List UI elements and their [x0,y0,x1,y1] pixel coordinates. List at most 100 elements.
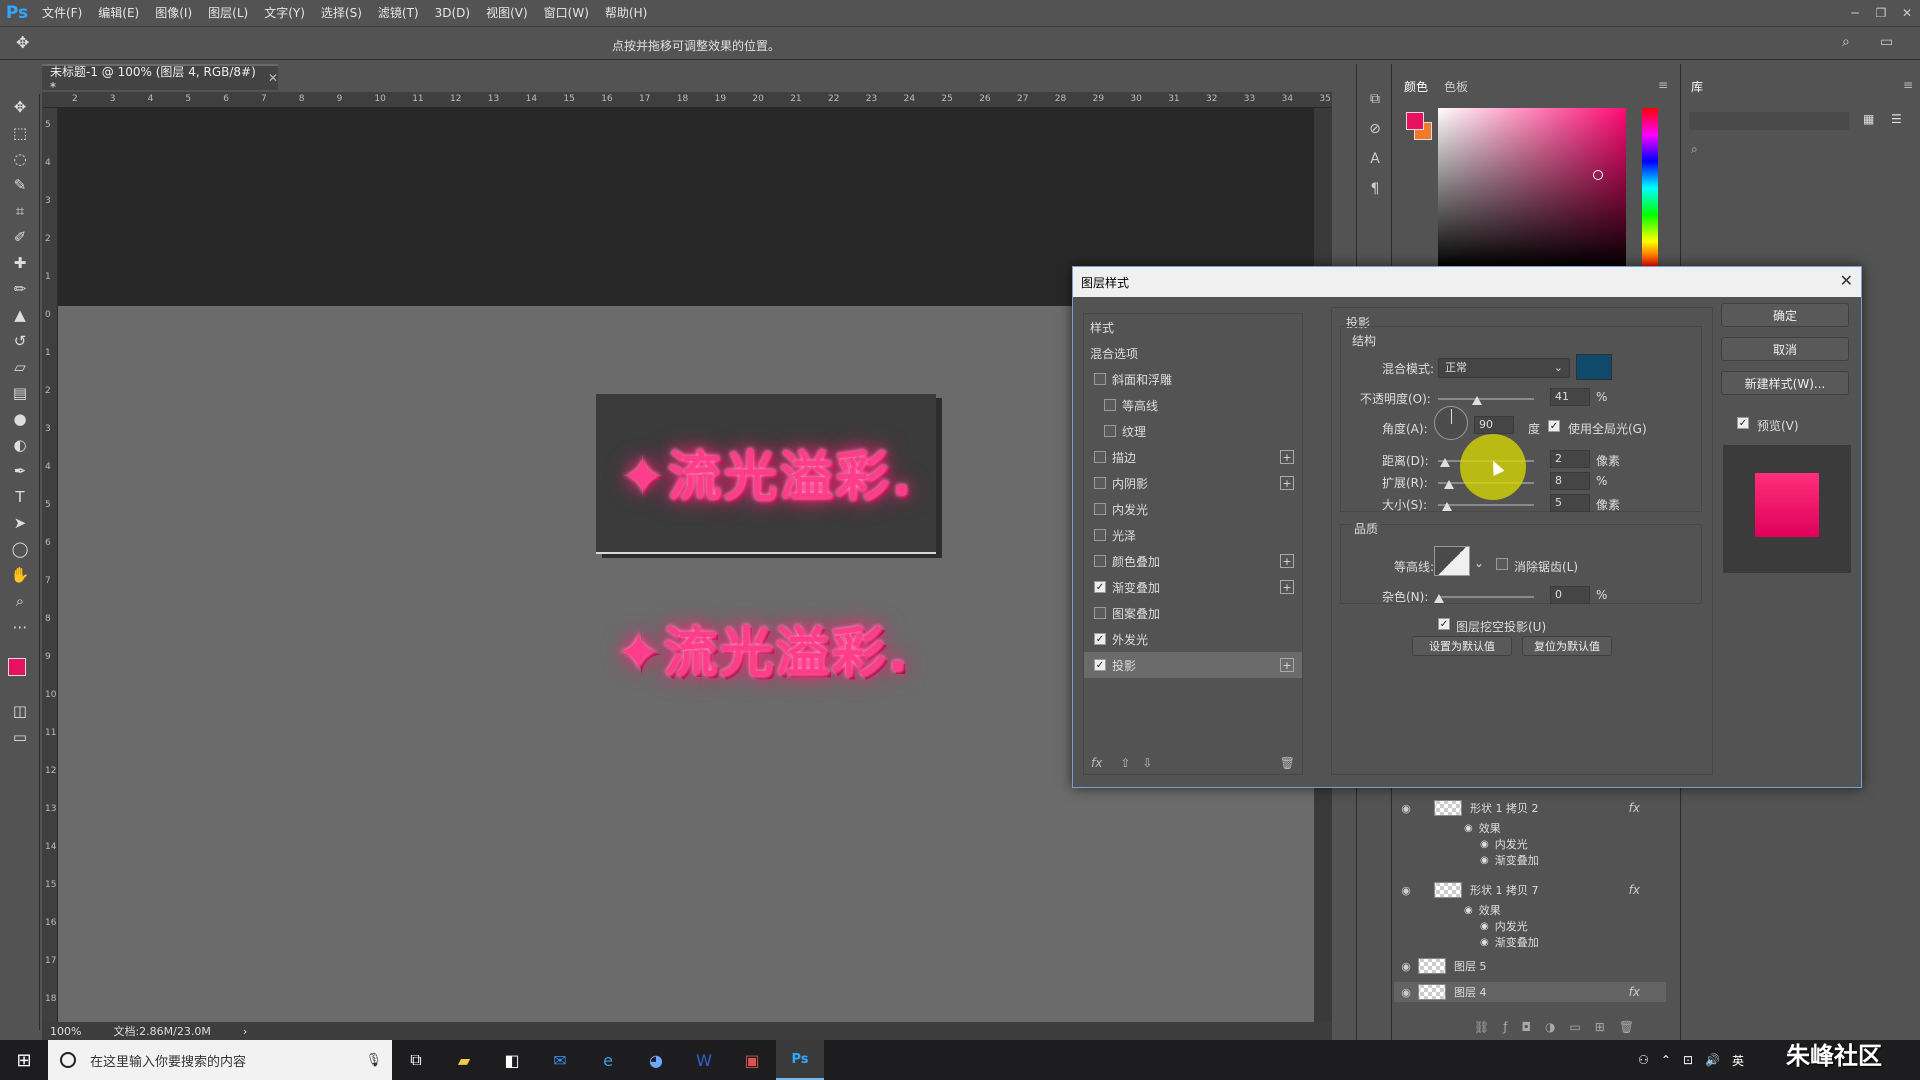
add-effect-instance-icon[interactable]: + [1280,658,1294,672]
distance-slider-handle[interactable] [1440,458,1450,467]
layer-name[interactable]: 图层 5 [1454,958,1487,974]
status-arrow-icon[interactable]: › [243,1025,247,1038]
style-item[interactable]: ✓ 投影 + [1084,652,1302,678]
panel-foreground-swatch[interactable] [1406,112,1424,130]
menu-help[interactable]: 帮助(H) [597,0,655,26]
add-style-icon[interactable]: ƒ [1503,1020,1507,1034]
move-down-icon[interactable]: ⇩ [1142,756,1152,770]
style-item[interactable]: 混合选项 [1084,340,1302,366]
ime-indicator[interactable]: 英 [1732,1052,1744,1069]
panel-menu-icon[interactable]: ≡ [1658,78,1668,92]
noise-input[interactable]: 0 [1550,586,1590,604]
style-checkbox[interactable]: ✓ [1094,581,1106,593]
more-tools-icon[interactable]: ⋯ [0,614,40,640]
style-checkbox[interactable] [1094,607,1106,619]
size-slider-handle[interactable] [1442,502,1452,511]
pen-icon[interactable]: ✒ [0,458,40,484]
delete-layer-icon[interactable]: 🗑 [1619,1020,1634,1034]
photoshop-taskbar-icon[interactable]: Ps [776,1040,824,1080]
move-up-icon[interactable]: ⇧ [1120,756,1130,770]
shadow-color-swatch[interactable] [1576,354,1612,380]
spread-slider-handle[interactable] [1444,480,1454,489]
fx-icon[interactable]: fx [1629,801,1640,815]
style-checkbox[interactable]: ✓ [1094,633,1106,645]
zoom-level[interactable]: 100% [50,1025,81,1038]
healing-icon[interactable]: ✚ [0,250,40,276]
brush-icon[interactable]: ✏ [0,276,40,302]
task-view-icon[interactable]: ⧉ [392,1040,440,1080]
file-explorer-icon[interactable]: ▰ [440,1040,488,1080]
marquee-icon[interactable]: ⬚ [0,120,40,146]
menu-type[interactable]: 文字(Y) [256,0,313,26]
tab-color[interactable]: 颜色 [1404,78,1428,95]
path-select-icon[interactable]: ➤ [0,510,40,536]
layer-name[interactable]: 形状 1 拷贝 2 [1470,800,1539,816]
eye-icon[interactable]: ◉ [1480,921,1489,932]
angle-dial[interactable] [1434,406,1468,440]
hand-icon[interactable]: ✋ [0,562,40,588]
layer-row[interactable]: ◉ 形状 1 拷贝 7 fx [1394,880,1666,900]
style-item[interactable]: ✓ 渐变叠加 + [1084,574,1302,600]
gradient-icon[interactable]: ▤ [0,380,40,406]
visibility-eye-icon[interactable]: ◉ [1394,802,1418,815]
link-layers-icon[interactable]: ⛓ [1474,1020,1489,1034]
spread-input[interactable]: 8 [1550,472,1590,490]
minimize-icon[interactable]: ─ [1842,0,1868,26]
add-mask-icon[interactable]: ◘ [1521,1020,1531,1034]
add-effect-instance-icon[interactable]: + [1280,450,1294,464]
library-menu-icon[interactable]: ≡ [1903,78,1913,92]
style-item[interactable]: 内阴影 + [1084,470,1302,496]
delete-effect-icon[interactable]: 🗑 [1280,756,1295,770]
color-picker-marker[interactable] [1593,170,1603,180]
style-item[interactable]: 斜面和浮雕 [1084,366,1302,392]
volume-icon[interactable]: 🔊 [1705,1053,1720,1067]
knockout-checkbox[interactable]: ✓ [1438,618,1450,630]
style-checkbox[interactable] [1094,373,1106,385]
move-tool-icon[interactable]: ✥ [16,33,29,52]
style-item[interactable]: ✓ 外发光 [1084,626,1302,652]
style-item[interactable]: 图案叠加 [1084,600,1302,626]
eye-icon[interactable]: ◉ [1464,905,1473,916]
menu-edit[interactable]: 编辑(E) [90,0,147,26]
visibility-eye-icon[interactable]: ◉ [1394,986,1418,999]
crop-icon[interactable]: ⌗ [0,198,40,224]
eye-icon[interactable]: ◉ [1464,823,1473,834]
new-group-icon[interactable]: ▭ [1569,1020,1580,1034]
eyedropper-icon[interactable]: ✐ [0,224,40,250]
style-checkbox[interactable] [1094,529,1106,541]
paragraph-panel-icon[interactable]: ¶ [1357,174,1393,204]
lasso-icon[interactable]: ◌ [0,146,40,172]
dodge-icon[interactable]: ◐ [0,432,40,458]
opacity-slider-handle[interactable] [1472,396,1482,405]
style-item[interactable]: 描边 + [1084,444,1302,470]
menu-filter[interactable]: 滤镜(T) [370,0,427,26]
ellipse-icon[interactable]: ◯ [0,536,40,562]
menu-select[interactable]: 选择(S) [313,0,370,26]
styles-header[interactable]: 样式 [1084,314,1302,340]
menu-window[interactable]: 窗口(W) [536,0,597,26]
search-icon[interactable]: ⌕ [1842,34,1850,50]
style-checkbox[interactable] [1104,399,1116,411]
layer-row-selected[interactable]: ◉ 图层 4 fx [1394,982,1666,1002]
blur-icon[interactable]: ● [0,406,40,432]
style-checkbox[interactable]: ✓ [1094,659,1106,671]
size-slider[interactable] [1438,504,1534,506]
add-effect-instance-icon[interactable]: + [1280,554,1294,568]
stamp-icon[interactable]: ▲ [0,302,40,328]
app-icon[interactable]: ▣ [728,1040,776,1080]
style-item[interactable]: 颜色叠加 + [1084,548,1302,574]
fx-menu-icon[interactable]: fx [1091,756,1102,770]
taskbar-search[interactable]: 在这里输入你要搜索的内容 🎙 [48,1040,392,1080]
contour-picker[interactable] [1434,546,1470,576]
tray-chevron-icon[interactable]: ⌃ [1661,1053,1671,1067]
preview-checkbox[interactable]: ✓ [1737,417,1749,429]
noise-slider[interactable] [1438,596,1534,598]
adjustment-icon[interactable]: ◑ [1545,1020,1555,1034]
microphone-icon[interactable]: 🎙 [365,1053,382,1068]
contour-chevron-icon[interactable]: ⌄ [1474,556,1484,570]
network-icon[interactable]: ⊡ [1683,1053,1693,1067]
fx-icon[interactable]: fx [1629,985,1640,999]
menu-3d[interactable]: 3D(D) [427,0,478,26]
set-default-button[interactable]: 设置为默认值 [1412,636,1512,656]
restore-icon[interactable]: ❐ [1868,0,1894,26]
